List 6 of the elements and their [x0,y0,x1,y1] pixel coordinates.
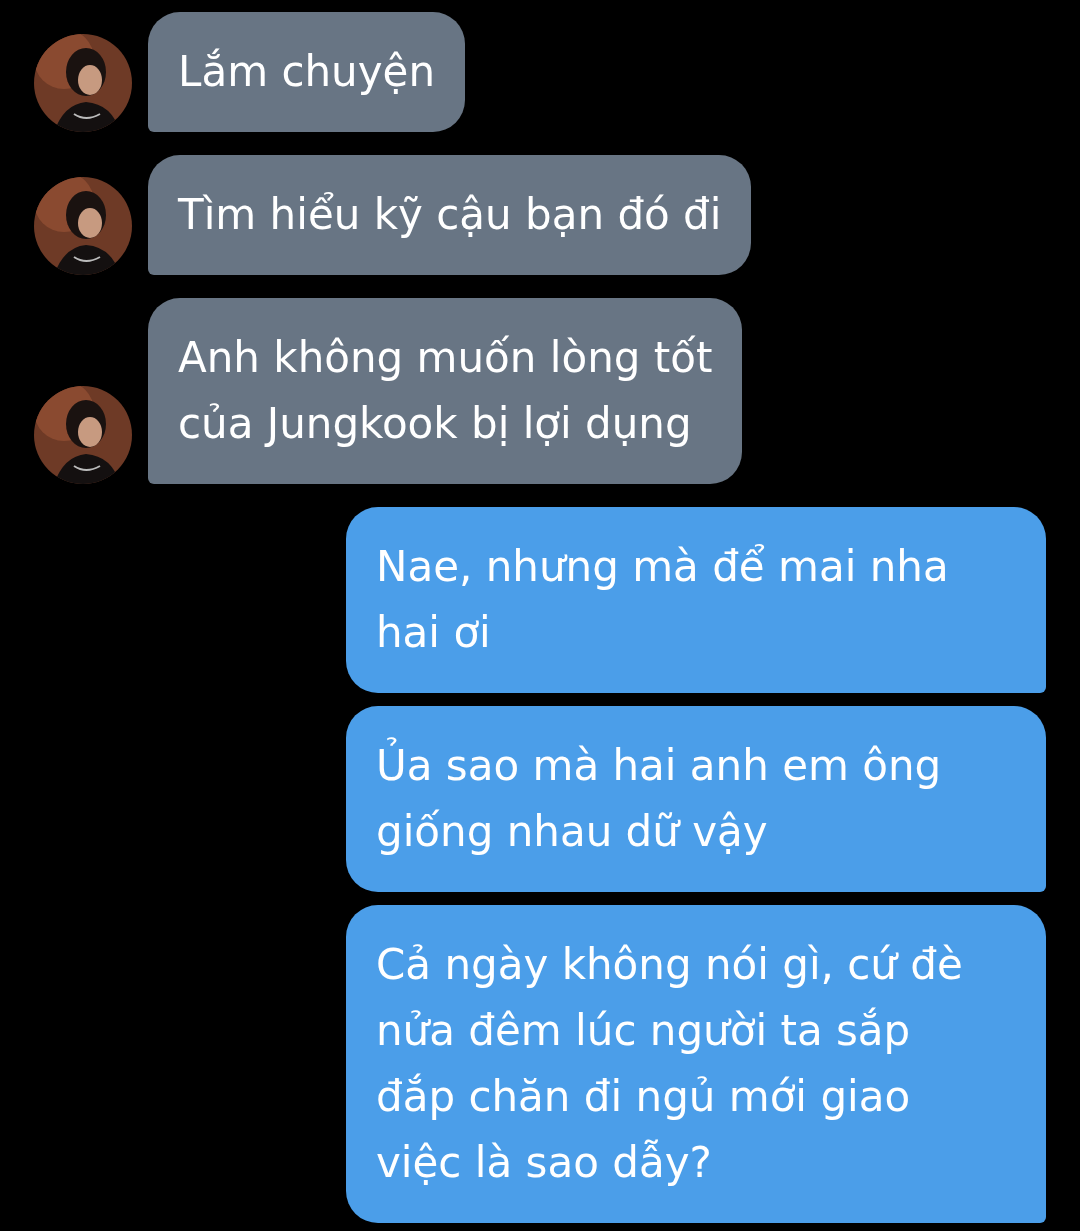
message-bubble: Cả ngày không nói gì, cứ đè nửa đêm lúc người ta sắp đắp chăn đi ngủ mới giao việc là sao dẫy? [346,905,1046,1223]
message-bubble: Lắm chuyện [148,12,466,132]
message-bubble: Nae, nhưng mà để mai nha hai ơi [346,507,1046,693]
message-bubble: Anh không muốn lòng tốt của Jungkook bị lợi dụng [148,298,743,484]
message-bubble: Tìm hiểu kỹ cậu bạn đó đi [148,155,752,275]
message-bubble: Ủa sao mà hai anh em ông giống nhau dữ vậy [346,706,1046,892]
